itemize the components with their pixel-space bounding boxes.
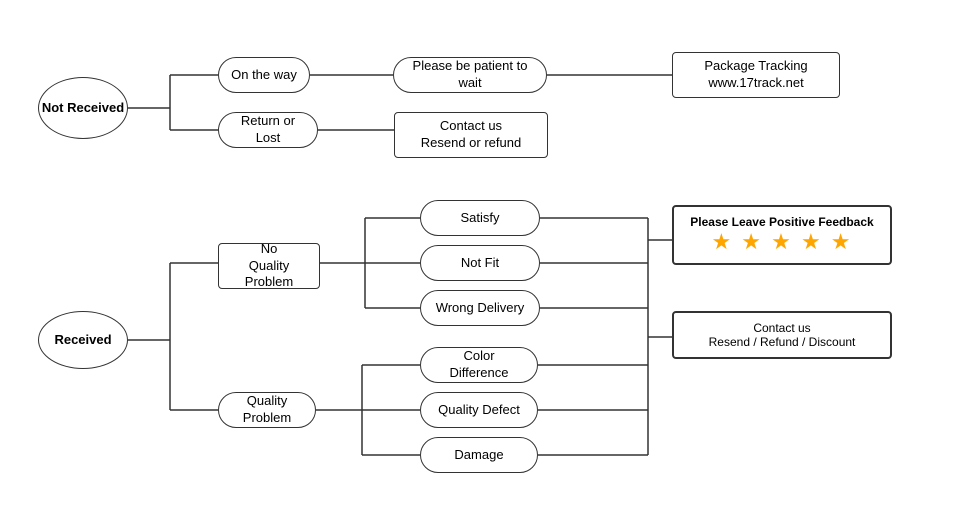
contact-refund-discount-box: Contact us Resend / Refund / Discount	[672, 311, 892, 359]
contact-refund-discount-sub: Resend / Refund / Discount	[686, 335, 878, 349]
return-or-lost-node: Return or Lost	[218, 112, 318, 148]
received-node: Received	[38, 311, 128, 369]
no-quality-problem-node: NoQuality Problem	[218, 243, 320, 289]
not-received-node: Not Received	[38, 77, 128, 139]
color-difference-node: Color Difference	[420, 347, 538, 383]
wrong-delivery-node: Wrong Delivery	[420, 290, 540, 326]
diagram: Not Received On the way Return or Lost P…	[0, 0, 960, 513]
contact-resend-refund-node: Contact usResend or refund	[394, 112, 548, 158]
quality-defect-node: Quality Defect	[420, 392, 538, 428]
contact-refund-discount-title: Contact us	[686, 321, 878, 335]
not-fit-node: Not Fit	[420, 245, 540, 281]
satisfy-node: Satisfy	[420, 200, 540, 236]
package-tracking-label: Package Trackingwww.17track.net	[704, 58, 807, 92]
be-patient-node: Please be patient to wait	[393, 57, 547, 93]
feedback-stars: ★ ★ ★ ★ ★	[686, 229, 878, 255]
on-the-way-node: On the way	[218, 57, 310, 93]
feedback-title: Please Leave Positive Feedback	[686, 215, 878, 229]
package-tracking-node: Package Trackingwww.17track.net	[672, 52, 840, 98]
no-quality-problem-label: NoQuality Problem	[231, 241, 307, 292]
contact-resend-refund-label: Contact usResend or refund	[421, 118, 521, 152]
feedback-box: Please Leave Positive Feedback ★ ★ ★ ★ ★	[672, 205, 892, 265]
damage-node: Damage	[420, 437, 538, 473]
quality-problem-node: Quality Problem	[218, 392, 316, 428]
